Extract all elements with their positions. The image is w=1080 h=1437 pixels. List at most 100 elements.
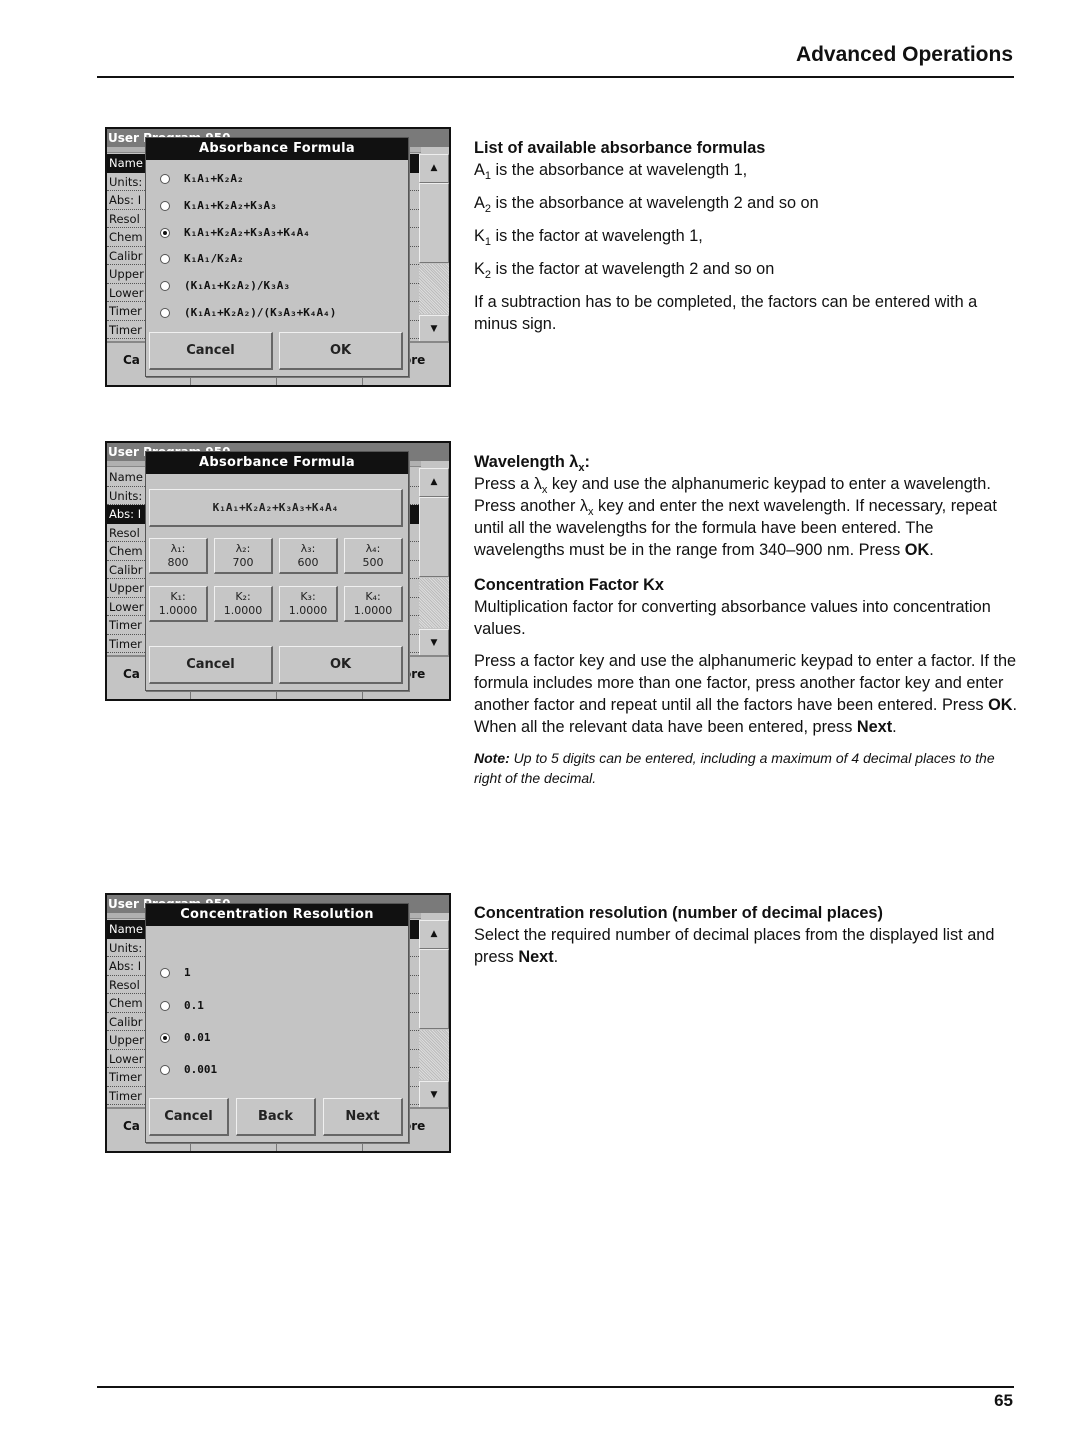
scroll-track[interactable]	[419, 497, 449, 577]
formula-option[interactable]: (K₁A₁+K₂A₂)/K₃A₃	[160, 279, 290, 292]
formula-label: K₁A₁+K₂A₂+K₃A₃+K₄A₄	[184, 226, 310, 239]
scroll-track[interactable]	[419, 949, 449, 1029]
page-header-title: Advanced Operations	[795, 43, 1013, 66]
resolution-label: 0.001	[184, 1063, 218, 1076]
radio-icon[interactable]	[160, 1064, 170, 1075]
scroll-up-icon[interactable]: ▲	[419, 920, 449, 949]
heading-end: :	[584, 453, 590, 471]
cancel-button[interactable]: Cancel	[149, 646, 273, 684]
factor-key-4[interactable]: K₄: 1.0000	[344, 586, 403, 622]
scroll-up-icon[interactable]: ▲	[419, 468, 449, 497]
screen-absorbance-formula-list: User Program 950 Name Units: Abs: I Reso…	[105, 127, 451, 387]
section-wavelength: Wavelength λx: Press a λx key and use th…	[474, 451, 1019, 798]
radio-icon[interactable]	[160, 307, 170, 318]
screen-absorbance-formula-entry: User Program 950 Name Units: Abs: I Reso…	[105, 441, 451, 701]
concentration-resolution-dialog: Concentration Resolution 1 0.1 0.01 0.00…	[145, 903, 409, 1143]
symbol: A	[474, 194, 485, 212]
scroll-thumb[interactable]	[419, 578, 449, 628]
factor-instructions: Press a factor key and use the alphanume…	[474, 650, 1019, 738]
key-label: λ₃:	[300, 542, 316, 555]
radio-icon[interactable]	[160, 200, 170, 211]
radio-icon[interactable]	[160, 280, 170, 291]
formula-option[interactable]: K₁A₁+K₂A₂	[160, 172, 244, 185]
formula-option[interactable]: K₁A₁+K₂A₂+K₃A₃+K₄A₄	[160, 226, 310, 239]
section-heading: Wavelength λx:	[474, 451, 1019, 474]
back-button[interactable]: Back	[236, 1098, 316, 1136]
bold-next: Next	[518, 948, 554, 966]
bold-ok: OK	[988, 696, 1013, 714]
header-rule	[97, 76, 1014, 78]
absorbance-formula-dialog: Absorbance Formula K₁A₁+K₂A₂ K₁A₁+K₂A₂+K…	[145, 137, 409, 377]
formula-label: (K₁A₁+K₂A₂)/K₃A₃	[184, 279, 290, 292]
bold-ok: OK	[904, 541, 930, 559]
formula-option[interactable]: K₁A₁+K₂A₂+K₃A₃	[160, 199, 277, 212]
scroll-thumb[interactable]	[419, 264, 449, 314]
resolution-label: 1	[184, 966, 191, 979]
wavelength-key-2[interactable]: λ₂: 700	[214, 538, 273, 574]
key-label: K₄:	[365, 590, 381, 603]
definition-line: K1 is the factor at wavelength 1,	[474, 225, 1019, 248]
note: Note: Up to 5 digits can be entered, inc…	[474, 748, 1019, 788]
scroll-track[interactable]	[419, 183, 449, 263]
wavelength-key-4[interactable]: λ₄: 500	[344, 538, 403, 574]
key-value: 600	[297, 556, 319, 569]
wavelength-instructions: Press a λx key and use the alphanumeric …	[474, 473, 1019, 561]
scroll-down-icon[interactable]: ▼	[419, 315, 449, 344]
formula-label: K₁A₁/K₂A₂	[184, 252, 244, 265]
formula-label: K₁A₁+K₂A₂	[184, 172, 244, 185]
formula-option[interactable]: K₁A₁/K₂A₂	[160, 252, 244, 265]
resolution-option[interactable]: 0.001	[160, 1063, 217, 1076]
scrollbar[interactable]: ▲ ▼	[419, 154, 449, 344]
cancel-button[interactable]: Cancel	[149, 1098, 229, 1136]
subtraction-note: If a subtraction has to be completed, th…	[474, 293, 978, 333]
key-value: 1.0000	[288, 604, 328, 617]
section-heading: Concentration resolution (number of deci…	[474, 904, 883, 922]
definition-line: K2 is the factor at wavelength 2 and so …	[474, 258, 1019, 281]
formula-button[interactable]: K₁A₁+K₂A₂+K₃A₃+K₄A₄	[149, 489, 403, 527]
formula-option[interactable]: (K₁A₁+K₂A₂)/(K₃A₃+K₄A₄)	[160, 306, 336, 319]
bold-next: Next	[856, 718, 893, 736]
scroll-thumb[interactable]	[419, 1030, 449, 1080]
cancel-button[interactable]: Cancel	[149, 332, 273, 370]
scroll-down-icon[interactable]: ▼	[419, 1081, 449, 1110]
dialog-title: Concentration Resolution	[146, 904, 408, 926]
section-resolution: Concentration resolution (number of deci…	[474, 902, 1019, 978]
scrollbar[interactable]: ▲ ▼	[419, 468, 449, 658]
definition-text: is the factor at wavelength 1,	[491, 227, 703, 245]
radio-icon[interactable]	[160, 173, 170, 184]
scroll-up-icon[interactable]: ▲	[419, 154, 449, 183]
ok-button[interactable]: OK	[279, 646, 403, 684]
key-label: λ₁:	[170, 542, 186, 555]
radio-selected-icon[interactable]	[160, 227, 170, 238]
scrollbar[interactable]: ▲ ▼	[419, 920, 449, 1110]
radio-selected-icon[interactable]	[160, 1032, 170, 1043]
resolution-option[interactable]: 0.01	[160, 1031, 211, 1044]
key-value: 1.0000	[223, 604, 263, 617]
wavelength-key-1[interactable]: λ₁: 800	[149, 538, 208, 574]
section-formulas: List of available absorbance formulas A1…	[474, 137, 1019, 345]
radio-icon[interactable]	[160, 967, 170, 978]
text: .	[929, 541, 934, 559]
factor-key-3[interactable]: K₃: 1.0000	[279, 586, 338, 622]
radio-icon[interactable]	[160, 1000, 170, 1011]
key-value: 1.0000	[158, 604, 198, 617]
resolution-option[interactable]: 1	[160, 966, 191, 979]
wavelength-key-3[interactable]: λ₃: 600	[279, 538, 338, 574]
key-label: K₂:	[235, 590, 251, 603]
factor-key-1[interactable]: K₁: 1.0000	[149, 586, 208, 622]
heading-text: Wavelength λ	[474, 453, 579, 471]
definition-text: is the factor at wavelength 2 and so on	[491, 260, 775, 278]
dialog-title: Absorbance Formula	[146, 452, 408, 474]
screen-concentration-resolution: User Program 950 Name Units: Abs: I Reso…	[105, 893, 451, 1153]
resolution-option[interactable]: 0.1	[160, 999, 204, 1012]
ok-button[interactable]: OK	[279, 332, 403, 370]
factor-key-2[interactable]: K₂: 1.0000	[214, 586, 273, 622]
scroll-down-icon[interactable]: ▼	[419, 629, 449, 658]
footer-rule	[97, 1386, 1014, 1388]
resolution-label: 0.1	[184, 999, 204, 1012]
note-label: Note:	[474, 750, 510, 766]
next-button[interactable]: Next	[323, 1098, 403, 1136]
radio-icon[interactable]	[160, 253, 170, 264]
formula-label: (K₁A₁+K₂A₂)/(K₃A₃+K₄A₄)	[184, 306, 337, 319]
key-value: 700	[232, 556, 254, 569]
